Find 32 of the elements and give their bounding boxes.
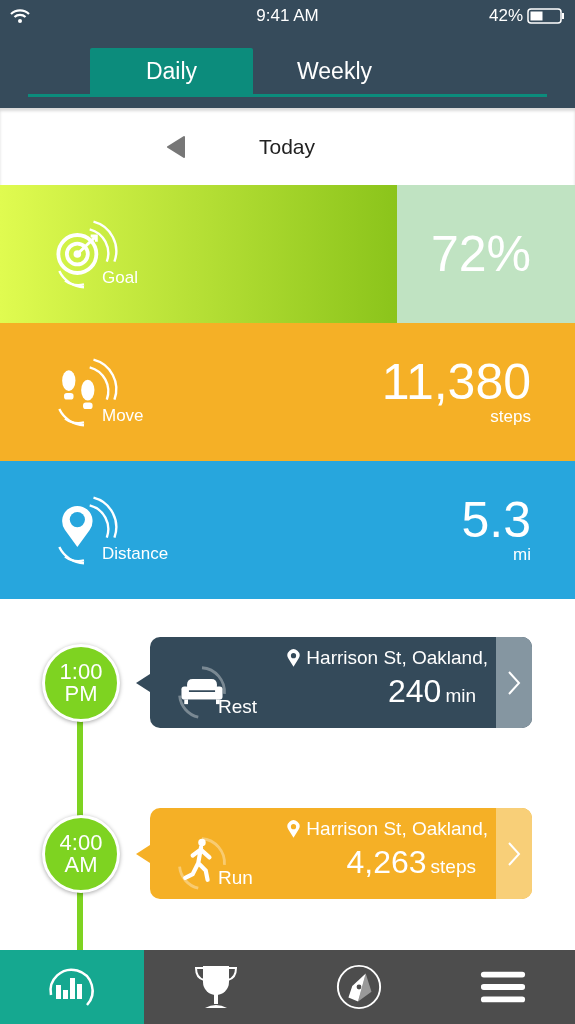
previous-day-icon[interactable] — [166, 135, 186, 158]
tab[interactable]: Weekly — [253, 48, 416, 94]
location-pin-icon — [287, 819, 301, 839]
activity-card[interactable]: Rest Harrison St, Oakland, 240 min — [150, 637, 532, 728]
chevron-right-icon — [507, 669, 521, 696]
status-time: 9:41 AM — [256, 6, 319, 26]
metric-unit: steps — [490, 407, 531, 427]
metric-unit: mi — [513, 545, 531, 565]
metric-label: Move — [102, 406, 144, 426]
time-marker: 4:00 AM — [42, 814, 120, 893]
activity-location: Harrison St, Oakland, — [306, 647, 488, 669]
location-pin-icon — [287, 648, 301, 668]
activity-label: Run — [218, 867, 253, 889]
metric-value: 11,380 — [381, 357, 531, 407]
activity-value: 240 — [388, 673, 442, 710]
date-label: Today — [259, 134, 316, 159]
chevron-right-icon — [507, 840, 521, 867]
metric-value: 5.3 — [461, 495, 531, 545]
battery-percent: 42% — [488, 6, 523, 26]
activity-unit: min — [445, 685, 476, 707]
activity-unit: steps — [430, 856, 476, 878]
tab[interactable]: Daily — [90, 48, 253, 94]
metric-label: Goal — [102, 268, 138, 288]
wifi-icon — [10, 9, 30, 23]
activity-label: Rest — [218, 696, 258, 718]
activity-value: 4,263 — [346, 844, 427, 881]
compass-icon — [335, 963, 384, 1011]
activity-location: Harrison St, Oakland, — [306, 818, 488, 840]
metric-value: 72% — [430, 229, 531, 279]
battery-icon — [527, 8, 565, 24]
metric-label: Distance — [102, 544, 169, 564]
detail-chevron[interactable] — [496, 637, 532, 728]
